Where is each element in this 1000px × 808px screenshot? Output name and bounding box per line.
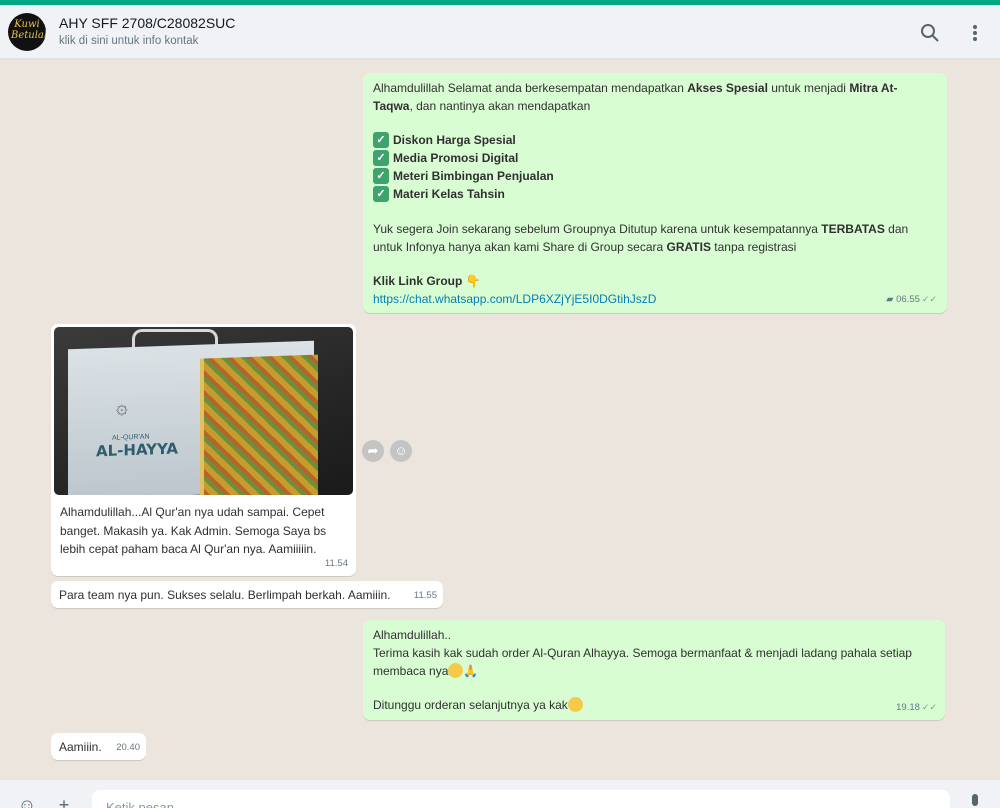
emoji-icon[interactable]: ☺ (16, 794, 38, 808)
megaphone-icon: ▰ (886, 294, 897, 305)
search-icon[interactable] (918, 21, 942, 45)
message-time: ▰ 06.55 ✓✓ (886, 294, 937, 305)
group-link[interactable]: https://chat.whatsapp.com/LDP6XZjYjE5I0D… (373, 292, 656, 306)
message-line: Terima kasih kak sudah order Al-Quran Al… (373, 646, 912, 678)
avatar-logo: Kuwi Betulah (11, 19, 46, 41)
microphone-icon[interactable] (964, 794, 986, 808)
message-outgoing[interactable]: Alhamdulillah Selamat anda berkesempatan… (363, 73, 947, 313)
checkmark-icon: ✓ (373, 132, 389, 148)
message-intro: Alhamdulillah Selamat anda berkesempatan… (373, 81, 898, 113)
calligraphy-logo: ۞ (116, 394, 128, 419)
benefit-item: ✓ Diskon Harga Spesial (373, 131, 937, 149)
contact-info-hint[interactable]: klik di sini untuk info kontak (59, 35, 198, 47)
kebab-menu-icon[interactable] (963, 21, 987, 45)
checkmark-icon: ✓ (373, 150, 389, 166)
message-paragraph: Yuk segera Join sekarang sebelum Groupny… (373, 222, 909, 254)
message-text: Para team nya pun. Sukses selalu. Berlim… (59, 588, 391, 602)
checkmark-icon: ✓ (373, 186, 389, 202)
avatar[interactable]: Kuwi Betulah (8, 13, 46, 51)
contact-name[interactable]: AHY SFF 2708/C28082SUC (59, 15, 235, 31)
image-caption: Alhamdulillah...Al Qur'an nya udah sampa… (60, 505, 327, 556)
message-time: 20.40 (116, 742, 140, 753)
double-check-icon: ✓✓ (921, 702, 937, 712)
benefit-item: ✓ Meteri Bimbingan Penjualan (373, 167, 937, 185)
smiling-face-emoji (567, 697, 583, 712)
message-time: 19.18 ✓✓ (896, 702, 937, 713)
box-title: AL-HAYYA (96, 439, 179, 461)
message-outgoing[interactable]: Alhamdulillah.. Terima kasih kak sudah o… (363, 620, 945, 720)
compose-bar: ☺ + Ketik pesan (0, 780, 1000, 808)
message-input[interactable]: Ketik pesan (92, 790, 950, 808)
ornament-pattern (200, 354, 318, 495)
call-to-action: Klik Link Group 👇 (373, 274, 481, 288)
attach-plus-icon[interactable]: + (53, 794, 75, 808)
message-incoming[interactable]: Para team nya pun. Sukses selalu. Berlim… (51, 581, 443, 608)
message-line: Alhamdulillah.. (373, 628, 452, 642)
message-incoming[interactable]: Aamiiin. 20.40 (51, 733, 146, 760)
checkmark-icon: ✓ (373, 168, 389, 184)
pointing-down-emoji: 👇 (465, 274, 481, 288)
quran-box: ۞ AL-QUR'AN AL-HAYYA (68, 340, 318, 495)
benefit-item: ✓ Materi Kelas Tahsin (373, 185, 937, 203)
chat-header[interactable]: Kuwi Betulah AHY SFF 2708/C28082SUC klik… (0, 5, 1000, 59)
benefit-item: ✓ Media Promosi Digital (373, 149, 937, 167)
message-text: Aamiiin. (59, 740, 102, 754)
product-photo[interactable]: ۞ AL-QUR'AN AL-HAYYA (54, 327, 353, 495)
message-incoming-image[interactable]: ۞ AL-QUR'AN AL-HAYYA Alhamdulillah...Al … (51, 324, 356, 576)
double-check-icon: ✓✓ (921, 294, 937, 304)
folded-hands-emoji: 🙏 (463, 664, 479, 678)
smiling-face-emoji (448, 663, 464, 678)
message-line: Ditunggu orderan selanjutnya ya kak (373, 696, 935, 714)
forward-icon[interactable]: ➦ (362, 440, 384, 462)
message-time: 11.54 (324, 558, 348, 569)
react-emoji-icon[interactable]: ☺ (390, 440, 412, 462)
message-time: 11.55 (413, 590, 437, 601)
